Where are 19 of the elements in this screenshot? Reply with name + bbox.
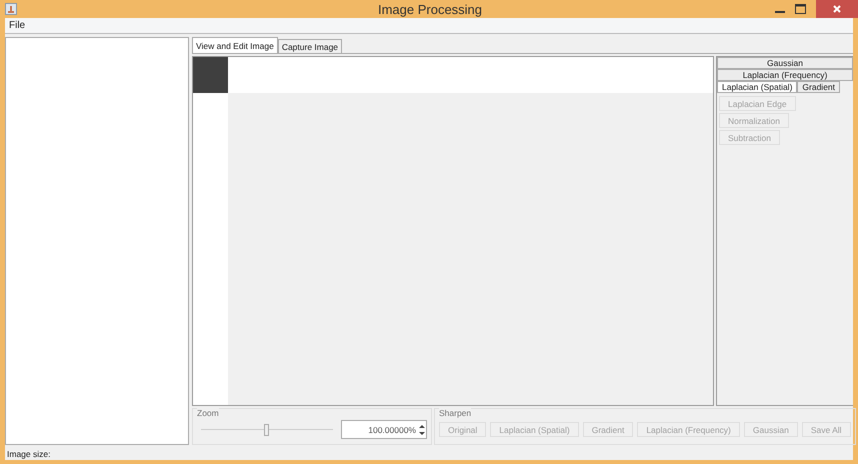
status-text: Image size:: [7, 448, 50, 458]
tab[interactable]: View and Edit Image: [192, 37, 278, 53]
spinner-arrows-icon: [418, 422, 426, 436]
menu-item[interactable]: File: [7, 20, 28, 31]
image-thumbnail: [193, 57, 228, 93]
slider-thumb[interactable]: [264, 424, 269, 436]
filter-tab[interactable]: Gaussian: [717, 57, 853, 69]
zoom-spinner[interactable]: 100.00000%: [341, 420, 427, 439]
group-label: Zoom: [197, 408, 219, 418]
close-icon: [833, 5, 841, 13]
group-label: Sharpen: [439, 408, 472, 418]
tab[interactable]: Capture Image: [278, 39, 342, 53]
filter-tab[interactable]: Gradient: [797, 81, 840, 93]
filter-tab[interactable]: Laplacian (Spatial): [717, 81, 798, 93]
window-title: Image Processing: [376, 2, 484, 16]
maximize-icon[interactable]: [795, 4, 806, 14]
app-icon: [5, 3, 17, 15]
filter-tab[interactable]: Laplacian (Frequency): [717, 69, 853, 81]
close-button[interactable]: [816, 0, 858, 18]
